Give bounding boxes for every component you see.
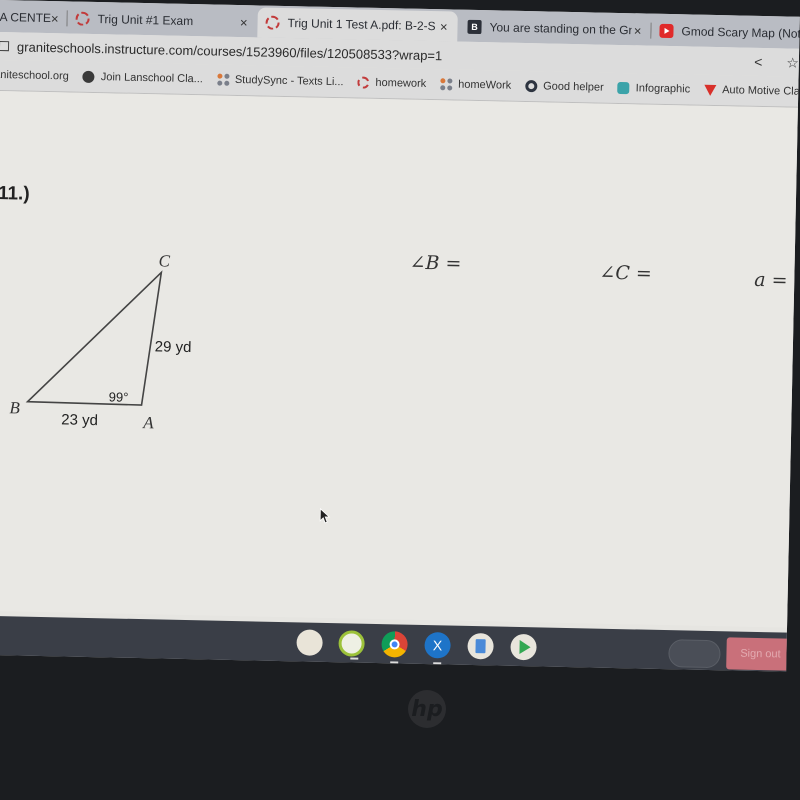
tab-4[interactable]: Gmod Scary Map (Not Re bbox=[651, 16, 800, 50]
bookmark-label: StudySync - Texts Li... bbox=[234, 73, 344, 89]
angle-a-label: 99° bbox=[109, 389, 129, 404]
page-info-icon[interactable] bbox=[0, 40, 10, 52]
pdf-document: 11.) C B A 29 yd 23 yd 99° ∠B = ∠C = a = bbox=[0, 90, 800, 629]
canvas-ring-icon bbox=[265, 15, 280, 30]
bookmark-graniteschool[interactable]: graniteschool.org bbox=[0, 69, 69, 83]
bookmark-label: homeWork bbox=[458, 78, 512, 92]
tab-3[interactable]: B You are standing on the Grand × bbox=[459, 12, 652, 46]
circle-icon bbox=[525, 80, 538, 93]
angle-b-prompt: ∠B = bbox=[409, 251, 462, 275]
bookmark-auto-motive[interactable]: Auto Motive Class... bbox=[704, 84, 800, 98]
bookmark-lanschool[interactable]: Join Lanschool Cla... bbox=[82, 70, 204, 86]
bookmark-label: graniteschool.org bbox=[0, 68, 69, 83]
bookmark-label: Good helper bbox=[543, 80, 604, 94]
share-star-icons[interactable]: < ☆ bbox=[754, 54, 800, 72]
close-icon[interactable]: × bbox=[440, 19, 448, 34]
status-tray[interactable] bbox=[668, 639, 721, 669]
close-icon[interactable]: × bbox=[634, 23, 642, 38]
vertex-a-label: A bbox=[142, 413, 154, 432]
hp-logo: hp bbox=[408, 690, 446, 728]
tab-2-active[interactable]: Trig Unit 1 Test A.pdf: B-2-SEC × bbox=[257, 7, 458, 42]
globe-icon bbox=[82, 70, 95, 84]
close-icon[interactable]: × bbox=[240, 15, 248, 30]
bookmark-label: homework bbox=[375, 76, 427, 90]
dots-grid-icon bbox=[440, 78, 453, 91]
bookmark-label: Join Lanschool Cla... bbox=[100, 71, 204, 86]
tab-title: A CENTE bbox=[0, 9, 52, 26]
infographic-icon bbox=[617, 81, 630, 95]
bookmark-infographic[interactable]: Infographic bbox=[617, 81, 691, 96]
b-icon: B bbox=[467, 19, 482, 35]
bookmark-homework-2[interactable]: homeWork bbox=[440, 78, 512, 92]
canvas-ring-icon bbox=[357, 76, 370, 89]
question-number: 11.) bbox=[0, 183, 30, 205]
app-x-icon[interactable]: X bbox=[424, 632, 451, 665]
close-icon[interactable]: × bbox=[51, 11, 59, 26]
tab-title: Trig Unit #1 Exam bbox=[97, 12, 194, 29]
triangle-diagram: C B A 29 yd 23 yd 99° bbox=[9, 251, 192, 432]
dots-grid-icon bbox=[216, 73, 230, 86]
tab-title: You are standing on the Grand bbox=[489, 20, 632, 38]
tab-title: Gmod Scary Map (Not Re bbox=[681, 24, 800, 41]
chromebook-screen: A CENTE × Trig Unit #1 Exam × Trig Unit … bbox=[0, 0, 800, 672]
launcher-icon[interactable] bbox=[296, 629, 323, 656]
play-store-icon[interactable] bbox=[510, 633, 537, 661]
side-ab-label: 23 yd bbox=[61, 411, 98, 429]
sign-out-button[interactable]: Sign out bbox=[726, 637, 795, 671]
side-a-prompt: a = bbox=[754, 268, 788, 292]
side-ac-label: 29 yd bbox=[155, 338, 192, 356]
youtube-icon bbox=[659, 23, 674, 39]
bookmark-studysync[interactable]: StudySync - Texts Li... bbox=[216, 73, 344, 89]
tab-0[interactable]: A CENTE × bbox=[0, 2, 68, 34]
canvas-ring-icon bbox=[75, 11, 90, 26]
docs-icon[interactable] bbox=[467, 632, 494, 660]
triangle-icon bbox=[704, 84, 717, 96]
tab-title: Trig Unit 1 Test A.pdf: B-2-SEC bbox=[287, 16, 436, 34]
url-text[interactable]: graniteschools.instructure.com/courses/1… bbox=[17, 39, 443, 63]
angle-c-prompt: ∠C = bbox=[599, 261, 653, 285]
vertex-b-label: B bbox=[9, 398, 20, 417]
mouse-cursor bbox=[319, 507, 331, 524]
vertex-c-label: C bbox=[158, 251, 170, 270]
tab-1[interactable]: Trig Unit #1 Exam × bbox=[67, 3, 258, 37]
bookmark-homework[interactable]: homework bbox=[357, 76, 427, 90]
chrome-icon[interactable] bbox=[381, 631, 408, 664]
canvas-app-icon[interactable] bbox=[338, 630, 365, 660]
bookmark-label: Auto Motive Class... bbox=[722, 84, 800, 99]
bookmark-label: Infographic bbox=[635, 82, 691, 96]
triangle-shape bbox=[25, 270, 163, 406]
bookmark-good-helper[interactable]: Good helper bbox=[525, 80, 604, 94]
